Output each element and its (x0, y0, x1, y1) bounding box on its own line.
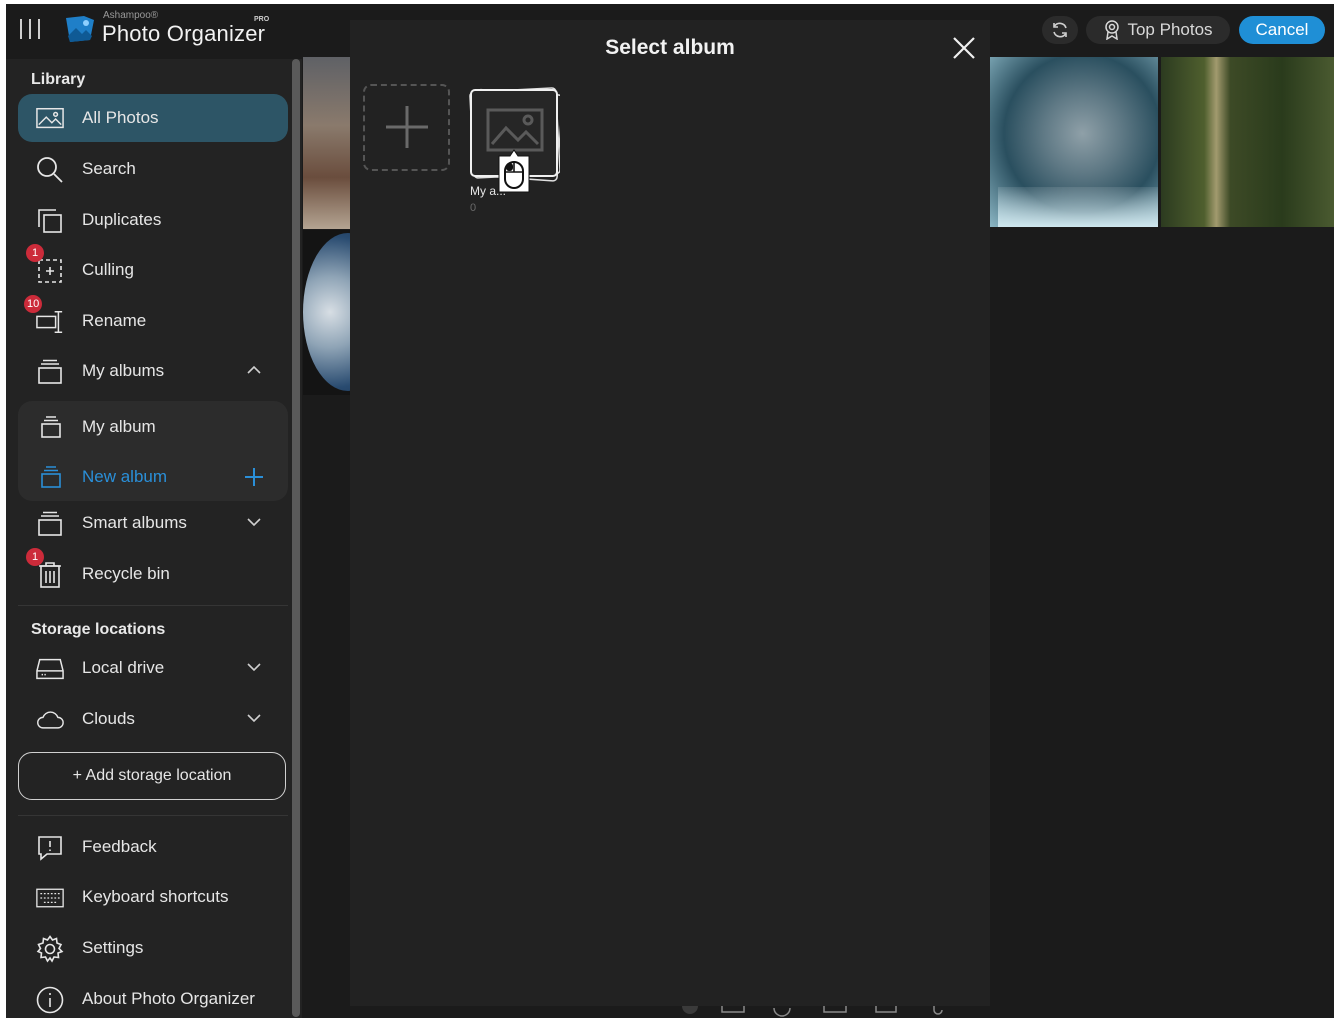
trash-icon (36, 562, 64, 588)
culling-icon (36, 258, 64, 284)
sidebar-item-keyboard-shortcuts[interactable]: Keyboard shortcuts (18, 873, 288, 921)
app-logo-icon (64, 14, 96, 44)
refresh-button[interactable] (1042, 16, 1078, 44)
brand-maker: Ashampoo® (103, 10, 159, 21)
album-item-label: New album (82, 467, 168, 486)
info-icon (36, 986, 64, 1014)
sidebar-item-label: Clouds (82, 709, 135, 728)
refresh-icon (1053, 22, 1067, 38)
notification-badge: 1 (26, 548, 44, 566)
sidebar-item-feedback[interactable]: Feedback (18, 823, 288, 871)
sidebar-item-label: About Photo Organizer (82, 989, 255, 1008)
album-item-my-album[interactable]: My album (18, 403, 288, 451)
cancel-button[interactable]: Cancel (1239, 16, 1325, 44)
divider (18, 815, 288, 816)
search-icon (36, 157, 64, 183)
sidebar-item-culling[interactable]: 1 Culling (18, 244, 288, 294)
create-album-tile[interactable] (363, 84, 450, 171)
top-photos-label: Top Photos (1127, 20, 1213, 39)
rename-icon (36, 309, 64, 335)
sidebar-scrollbar[interactable] (292, 59, 300, 1017)
photo-thumbnail-insect[interactable] (1161, 57, 1334, 227)
smart-album-icon (36, 511, 64, 537)
feedback-icon (36, 835, 64, 861)
photos-icon (36, 106, 64, 132)
sidebar: Library All Photos Search Duplicates 1 C… (6, 59, 302, 1018)
add-album-plus-icon[interactable] (244, 467, 264, 487)
app-window: Ashampoo® Photo Organizer PRO Top Photos… (6, 4, 1334, 1018)
sidebar-item-search[interactable]: Search (18, 145, 288, 193)
sidebar-item-clouds[interactable]: Clouds (18, 695, 288, 743)
sidebar-item-all-photos[interactable]: All Photos (18, 94, 288, 142)
sidebar-item-label: My albums (82, 361, 165, 380)
gear-icon (36, 935, 64, 963)
app-title: Photo Organizer (102, 21, 266, 46)
cloud-icon (36, 707, 64, 733)
album-item-new-album[interactable]: New album (18, 453, 288, 501)
photo-thumbnail[interactable] (303, 57, 351, 229)
mouse-cursor-icon (498, 149, 530, 193)
album-tile-count: 0 (470, 202, 477, 214)
sidebar-item-label: Keyboard shortcuts (82, 887, 229, 906)
sidebar-item-rename[interactable]: 10 Rename (18, 295, 288, 345)
library-heading: Library (31, 71, 86, 88)
album-icon (41, 416, 61, 438)
divider (18, 605, 288, 606)
sidebar-item-about[interactable]: About Photo Organizer (18, 975, 288, 1018)
sidebar-item-label: All Photos (82, 108, 159, 127)
sidebar-item-my-albums[interactable]: My albums (18, 347, 288, 395)
drive-icon (36, 656, 64, 682)
album-icon (41, 466, 61, 488)
sidebar-item-local-drive[interactable]: Local drive (18, 644, 288, 692)
sidebar-item-smart-albums[interactable]: Smart albums (18, 499, 288, 547)
add-storage-location-button[interactable]: + Add storage location (18, 752, 286, 800)
award-icon (1105, 20, 1120, 40)
photo-thumbnail-dolphin[interactable] (990, 57, 1158, 227)
edition-badge: PRO (254, 16, 270, 23)
sidebar-item-label: Feedback (82, 837, 157, 856)
duplicates-icon (36, 208, 64, 234)
sidebar-item-label: Local drive (82, 658, 165, 677)
sidebar-item-label: Smart albums (82, 513, 187, 532)
chevron-down-icon[interactable] (246, 513, 262, 531)
top-photos-button[interactable]: Top Photos (1086, 16, 1230, 44)
chevron-down-icon[interactable] (246, 658, 262, 676)
plus-icon (386, 106, 428, 148)
album-list: My album New album (18, 401, 288, 501)
sidebar-item-label: Search (82, 159, 136, 178)
sidebar-item-label: Culling (82, 260, 134, 279)
dialog-title: Select album (605, 36, 735, 59)
storage-heading: Storage locations (31, 621, 166, 638)
notification-badge: 1 (26, 244, 44, 262)
sidebar-item-settings[interactable]: Settings (18, 924, 288, 972)
album-item-label: My album (82, 417, 156, 436)
keyboard-icon (36, 885, 64, 911)
sidebar-item-label: Settings (82, 938, 144, 957)
chevron-down-icon[interactable] (246, 709, 262, 727)
close-icon[interactable] (950, 34, 978, 62)
album-icon (36, 359, 64, 385)
hamburger-menu-button[interactable] (20, 19, 40, 41)
select-album-dialog: Select album My a... 0 (350, 20, 990, 1006)
sidebar-item-label: Recycle bin (82, 564, 170, 583)
sidebar-item-label: Rename (82, 311, 147, 330)
sidebar-item-label: Duplicates (82, 210, 162, 229)
sidebar-item-duplicates[interactable]: Duplicates (18, 196, 288, 244)
sidebar-item-recycle-bin[interactable]: 1 Recycle bin (18, 548, 288, 598)
chevron-up-icon[interactable] (246, 361, 262, 379)
